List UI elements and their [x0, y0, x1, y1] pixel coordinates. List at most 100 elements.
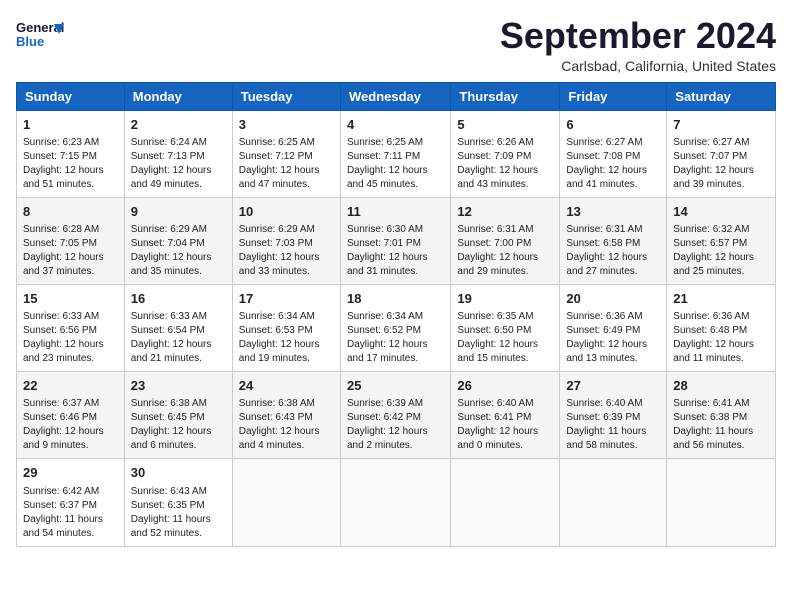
day-info-line: and 19 minutes. — [239, 352, 334, 366]
day-info-line: Sunset: 6:48 PM — [673, 324, 769, 338]
day-info-line: Sunset: 7:13 PM — [131, 150, 226, 164]
calendar-cell — [340, 459, 450, 546]
day-info-line: Sunset: 6:57 PM — [673, 237, 769, 251]
day-info-line: Daylight: 12 hours — [239, 425, 334, 439]
day-info-line: Sunset: 6:50 PM — [457, 324, 553, 338]
day-number: 29 — [23, 464, 118, 482]
day-info-line: Daylight: 12 hours — [673, 338, 769, 352]
day-info-line: Sunrise: 6:25 AM — [239, 136, 334, 150]
day-info-line: and 39 minutes. — [673, 178, 769, 192]
day-info-line: Daylight: 12 hours — [131, 425, 226, 439]
day-info-line: Sunset: 6:43 PM — [239, 411, 334, 425]
calendar-cell: 14Sunrise: 6:32 AMSunset: 6:57 PMDayligh… — [667, 197, 776, 284]
day-number: 27 — [566, 377, 660, 395]
calendar-week-row: 1 Sunrise: 6:23 AMSunset: 7:15 PM Daylight… — [17, 110, 776, 197]
calendar-cell: 20Sunrise: 6:36 AMSunset: 6:49 PMDayligh… — [560, 284, 667, 371]
day-info-line: and 33 minutes. — [239, 265, 334, 279]
day-number: 20 — [566, 290, 660, 308]
day-number: 4 — [347, 116, 444, 134]
day-info-line: Sunset: 7:09 PM — [457, 150, 553, 164]
day-info-line: Sunrise: 6:30 AM — [347, 223, 444, 237]
day-info-line: Sunrise: 6:29 AM — [239, 223, 334, 237]
day-info-line: and 37 minutes. — [23, 265, 118, 279]
day-info-line: and 45 minutes. — [347, 178, 444, 192]
day-number: 23 — [131, 377, 226, 395]
day-info-line: and 51 minutes. — [23, 178, 118, 192]
day-info-line: Daylight: 12 hours — [23, 251, 118, 265]
location: Carlsbad, California, United States — [500, 58, 776, 74]
day-info-line: Sunrise: 6:24 AM — [131, 136, 226, 150]
day-info-line: Sunset: 6:52 PM — [347, 324, 444, 338]
calendar-header-row: SundayMondayTuesdayWednesdayThursdayFrid… — [17, 82, 776, 110]
day-number: 22 — [23, 377, 118, 395]
day-number: 1 — [23, 116, 118, 134]
column-header-friday: Friday — [560, 82, 667, 110]
day-info-line: Sunrise: 6:41 AM — [673, 397, 769, 411]
day-number: 21 — [673, 290, 769, 308]
day-info-line: Sunset: 6:39 PM — [566, 411, 660, 425]
calendar-cell — [451, 459, 560, 546]
calendar-cell: 15Sunrise: 6:33 AMSunset: 6:56 PMDayligh… — [17, 284, 125, 371]
svg-text:Blue: Blue — [16, 34, 44, 49]
day-info-line: Sunset: 7:04 PM — [131, 237, 226, 251]
day-info-line: and 35 minutes. — [131, 265, 226, 279]
day-info-line: Daylight: 12 hours — [347, 425, 444, 439]
calendar-cell — [232, 459, 340, 546]
day-info-line: Sunset: 6:46 PM — [23, 411, 118, 425]
day-info-line: Daylight: 11 hours — [673, 425, 769, 439]
day-info-line: and 23 minutes. — [23, 352, 118, 366]
day-number: 6 — [566, 116, 660, 134]
day-info-line: Sunrise: 6:40 AM — [457, 397, 553, 411]
day-number: 7 — [673, 116, 769, 134]
day-info-line: Sunrise: 6:38 AM — [239, 397, 334, 411]
day-number: 12 — [457, 203, 553, 221]
day-number: 24 — [239, 377, 334, 395]
day-info-line: Daylight: 12 hours — [673, 164, 769, 178]
day-info-line: Sunrise: 6:25 AM — [347, 136, 444, 150]
day-info-line: and 25 minutes. — [673, 265, 769, 279]
calendar-cell: 12Sunrise: 6:31 AMSunset: 7:00 PMDayligh… — [451, 197, 560, 284]
day-info-line: and 11 minutes. — [673, 352, 769, 366]
day-info-line: Daylight: 12 hours — [131, 164, 226, 178]
day-number: 11 — [347, 203, 444, 221]
column-header-sunday: Sunday — [17, 82, 125, 110]
day-info-line: Daylight: 12 hours — [347, 164, 444, 178]
day-info-line: and 47 minutes. — [239, 178, 334, 192]
day-info-line: Sunset: 7:15 PM — [23, 150, 118, 164]
calendar-cell: 22Sunrise: 6:37 AMSunset: 6:46 PMDayligh… — [17, 372, 125, 459]
calendar-cell: 21Sunrise: 6:36 AMSunset: 6:48 PMDayligh… — [667, 284, 776, 371]
day-info-line: and 2 minutes. — [347, 439, 444, 453]
day-info-line: Sunset: 6:56 PM — [23, 324, 118, 338]
day-info-line: Daylight: 12 hours — [457, 251, 553, 265]
day-info-line: Sunrise: 6:40 AM — [566, 397, 660, 411]
day-number: 16 — [131, 290, 226, 308]
day-info-line: Sunset: 7:03 PM — [239, 237, 334, 251]
day-info-line: Sunrise: 6:39 AM — [347, 397, 444, 411]
day-info-line: Daylight: 12 hours — [566, 338, 660, 352]
calendar-cell: 23Sunrise: 6:38 AMSunset: 6:45 PMDayligh… — [124, 372, 232, 459]
day-info-line: Daylight: 12 hours — [457, 425, 553, 439]
day-number: 28 — [673, 377, 769, 395]
day-info-line: and 56 minutes. — [673, 439, 769, 453]
calendar-week-row: 15 Sunrise: 6:33 AMSunset: 6:56 PM Dayligh… — [17, 284, 776, 371]
day-info-line: Daylight: 12 hours — [239, 338, 334, 352]
day-number: 15 — [23, 290, 118, 308]
day-info-line: and 27 minutes. — [566, 265, 660, 279]
day-info-line: Daylight: 12 hours — [131, 338, 226, 352]
day-info-line: Sunrise: 6:28 AM — [23, 223, 118, 237]
day-info-line: Sunrise: 6:33 AM — [23, 310, 118, 324]
calendar-cell: 17Sunrise: 6:34 AMSunset: 6:53 PMDayligh… — [232, 284, 340, 371]
day-info-line: Daylight: 12 hours — [131, 251, 226, 265]
day-info-line: and 29 minutes. — [457, 265, 553, 279]
day-info-line: and 15 minutes. — [457, 352, 553, 366]
calendar-cell: 1Sunrise: 6:23 AMSunset: 7:15 PMDaylight… — [17, 110, 125, 197]
column-header-tuesday: Tuesday — [232, 82, 340, 110]
day-number: 2 — [131, 116, 226, 134]
calendar-cell: 25Sunrise: 6:39 AMSunset: 6:42 PMDayligh… — [340, 372, 450, 459]
day-info-line: Sunrise: 6:31 AM — [566, 223, 660, 237]
day-info-line: Sunrise: 6:43 AM — [131, 485, 226, 499]
day-info-line: Sunset: 6:35 PM — [131, 499, 226, 513]
day-info-line: Sunrise: 6:42 AM — [23, 485, 118, 499]
day-info-line: Sunset: 7:05 PM — [23, 237, 118, 251]
day-info-line: Sunrise: 6:23 AM — [23, 136, 118, 150]
